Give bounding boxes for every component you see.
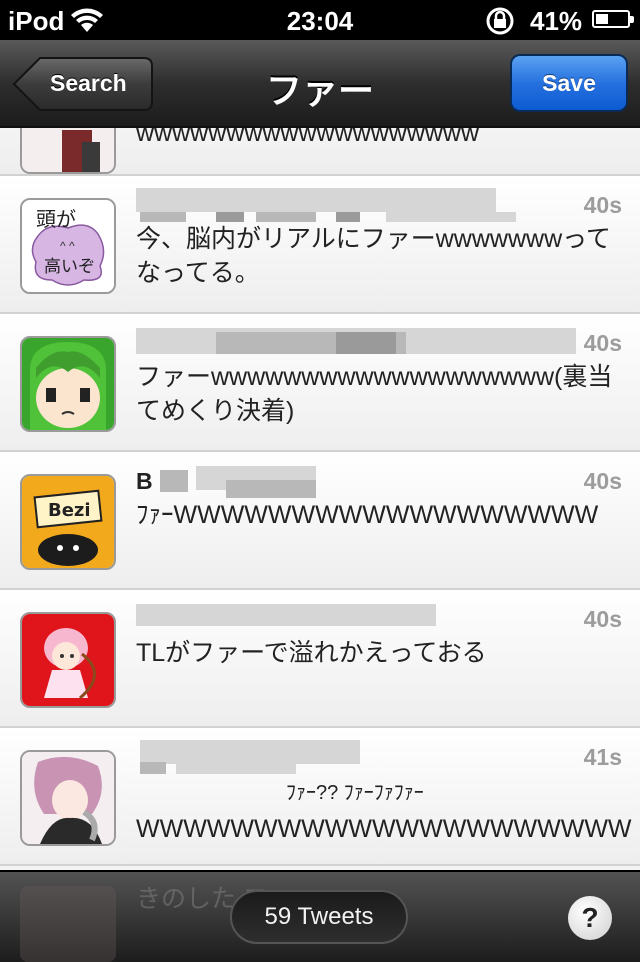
timestamp: 40s (583, 330, 622, 356)
timestamp: 40s (583, 468, 622, 494)
tweet-list[interactable]: wwwwwwwwwwwwwwwwwww 頭が 高いぞ ^ ^ 40s 今、脳内が… (0, 128, 640, 870)
tweet-count-button[interactable]: 59 Tweets (230, 890, 408, 944)
list-item[interactable]: 頭が 高いぞ ^ ^ 40s 今、脳内がリアルにファーwwwwwwwってなってる… (0, 176, 640, 314)
avatar (20, 612, 116, 708)
author-line (136, 188, 576, 222)
underlying-avatar (20, 886, 116, 962)
tweet-text: 今、脳内がリアルにファーwwwwwwwってなってる。 (136, 225, 611, 287)
timestamp: 40s (583, 606, 622, 632)
list-item[interactable]: 40s ファーwwwwwwwwwwwwwwwwwww(裏当てめくり決着) (0, 314, 640, 452)
tweet-text: TLがファーで溢れかえっておる (136, 639, 487, 667)
timestamp: 41s (583, 744, 622, 770)
status-bar: iPod 23:04 41% (0, 0, 640, 40)
avatar: 頭が 高いぞ ^ ^ (20, 198, 116, 294)
battery-fill (596, 14, 608, 24)
rotation-lock-icon (484, 6, 516, 41)
battery-percent: 41% (530, 6, 583, 36)
avatar-text-bottom: 高いぞ (44, 257, 95, 277)
author-line (136, 602, 576, 636)
avatar (20, 750, 116, 846)
bottom-toolbar: きのした ファー 59 Tweets ? (0, 870, 640, 962)
list-item[interactable]: wwwwwwwwwwwwwwwwwww (0, 128, 640, 176)
avatar-text-top: 頭が (36, 207, 76, 231)
svg-text:^ ^: ^ ^ (60, 239, 75, 253)
navigation-bar: Search ファー Save (0, 40, 640, 128)
author-line (136, 740, 576, 774)
timestamp: 40s (583, 192, 622, 218)
save-button[interactable]: Save (510, 54, 628, 112)
tweet-text-line2: WWWWWWWWWWWWWWWWWWWWW (136, 815, 632, 843)
tweet-text-line1: ﾌｧｰ?? ﾌｧｰﾌｧﾌｧｰ (286, 782, 424, 804)
list-item[interactable]: Bezi B 40s ﾌｧｰWWWWWWWWWWWWWWWWWW (0, 452, 640, 590)
avatar (20, 128, 116, 174)
avatar-text: Bezi (48, 500, 91, 521)
author-line (136, 326, 576, 360)
list-item[interactable]: 40s TLがファーで溢れかえっておる (0, 590, 640, 728)
list-item[interactable]: 41s ﾌｧｰ?? ﾌｧｰﾌｧﾌｧｰ WWWWWWWWWWWWWWWWWWWWW (0, 728, 640, 866)
tweet-text: wwwwwwwwwwwwwwwwwww (136, 128, 480, 147)
tweet-text: ファーwwwwwwwwwwwwwwwwwww(裏当てめくり決着) (136, 363, 613, 425)
avatar: Bezi (20, 474, 116, 570)
help-button[interactable]: ? (568, 896, 612, 940)
avatar (20, 336, 116, 432)
author-line: B (136, 464, 576, 498)
tweet-text: ﾌｧｰWWWWWWWWWWWWWWWWWW (136, 501, 599, 529)
battery-icon (592, 10, 634, 28)
